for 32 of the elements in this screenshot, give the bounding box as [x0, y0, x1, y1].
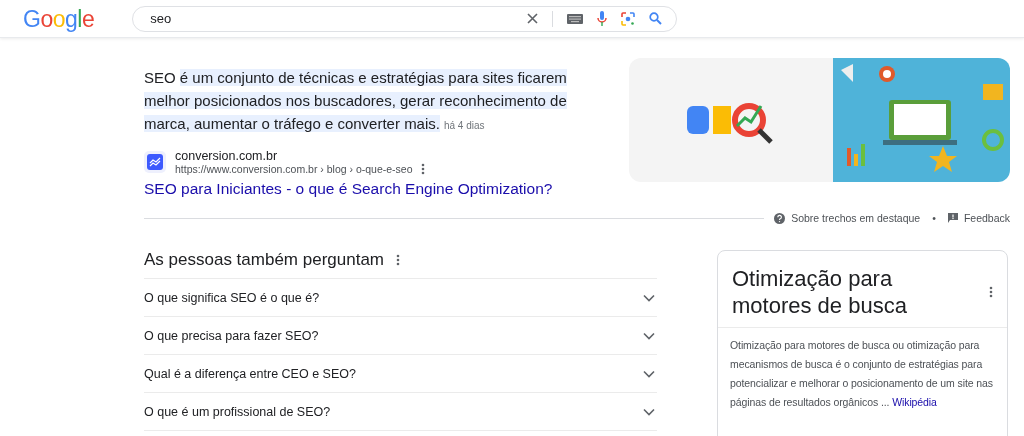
chevron-down-icon[interactable]	[643, 293, 655, 302]
close-icon[interactable]	[527, 13, 539, 24]
separator-dot: •	[932, 212, 936, 224]
chevron-down-icon[interactable]	[643, 369, 655, 378]
feedback-icon	[947, 213, 958, 223]
section-heading: As pessoas também perguntam	[144, 250, 384, 270]
more-options-icon[interactable]	[420, 163, 425, 175]
google-logo[interactable]: Google	[22, 3, 96, 34]
question-item[interactable]: O que significa SEO é o que é?	[144, 290, 320, 305]
panel-description: Otimização para motores de busca ou otimização para mecanismos de busca é o conjunto de estratégias para potencializar e melhorar o posicionamento de um site nas páginas de resultados orgânicos ... Wikipédia	[729, 338, 994, 410]
more-options-icon[interactable]	[396, 254, 400, 266]
chevron-down-icon[interactable]	[643, 331, 655, 340]
question-item[interactable]: O que é um profissional de SEO?	[144, 404, 331, 419]
more-options-icon[interactable]	[989, 286, 993, 298]
feedback-link[interactable]: Feedback	[963, 212, 1010, 224]
about-snippets-link[interactable]: Sobre trechos em destaque	[791, 212, 921, 224]
help-icon	[774, 212, 786, 224]
site-name: conversion.com.br	[175, 149, 279, 163]
microphone-icon[interactable]	[597, 10, 608, 27]
snippet-text: SEO é um conjunto de técnicas e estratégias para sites ficarem melhor posicionados nos buscadores, gerar reconhecimento de marca, aumentar o tráfego e converter mais. há 4 dias	[144, 68, 568, 134]
question-item[interactable]: Qual é a diferença entre CEO e SEO?	[144, 366, 356, 381]
panel-title: Otimização para motores de busca	[732, 265, 908, 319]
wikipedia-link[interactable]: Wikipédia	[892, 396, 937, 408]
site-url: https://www.conversion.com.br › blog › o-que-e-seo	[175, 163, 413, 175]
keyboard-icon[interactable]	[567, 13, 584, 24]
question-item[interactable]: O que precisa para fazer SEO?	[144, 328, 319, 343]
chevron-down-icon[interactable]	[643, 407, 655, 416]
result-title-link[interactable]: SEO para Iniciantes - o que é Search Engine Optimization?	[144, 180, 612, 198]
chart-line-icon	[144, 151, 166, 173]
search-field[interactable]: seo	[150, 11, 528, 26]
search-icon[interactable]	[649, 12, 663, 25]
camera-icon[interactable]	[621, 11, 636, 26]
